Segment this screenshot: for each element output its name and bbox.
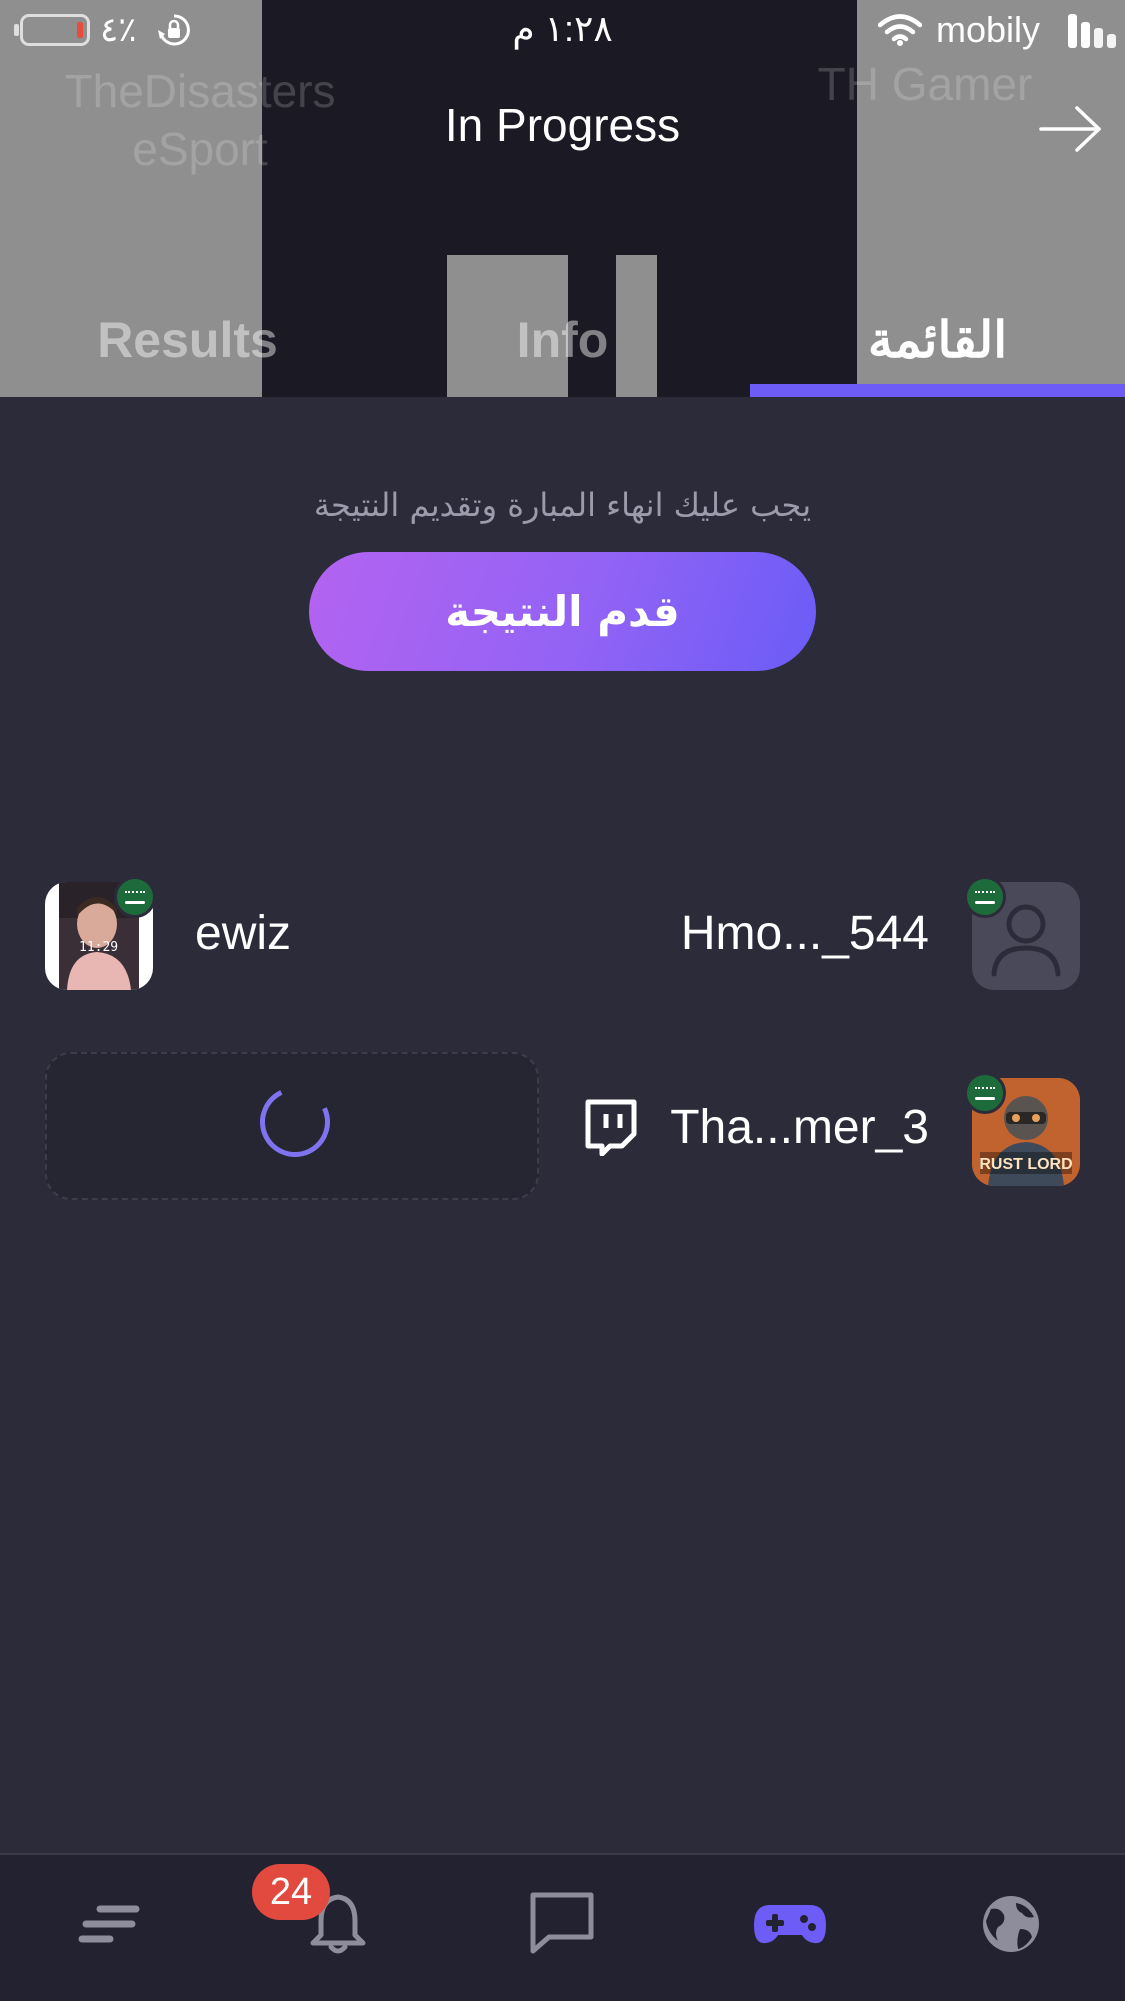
match-header: TheDisasters eSport TH Gamer ٤٪ ١:٢٨ م m… [0, 0, 1125, 397]
arrow-right-icon[interactable] [1039, 104, 1103, 154]
submit-result-button[interactable]: قدم النتيجة [309, 552, 816, 671]
player-name-right[interactable]: Tha...mer_3 [670, 1100, 929, 1155]
player-name-right[interactable]: Hmo..._544 [681, 906, 929, 961]
tab-results[interactable]: Results [0, 300, 375, 380]
saudi-flag-icon [114, 876, 156, 918]
tab-list[interactable]: القائمة [750, 300, 1125, 380]
saudi-flag-icon [964, 876, 1006, 918]
signal-strength-icon [1068, 14, 1118, 48]
match-tabs: Results Info القائمة [0, 300, 1125, 397]
submit-result-notice: يجب عليك انهاء المبارة وتقديم النتيجة [313, 486, 812, 524]
avatar-caption: RUST LORD [979, 1156, 1072, 1173]
saudi-flag-icon [964, 1072, 1006, 1114]
globe-icon[interactable] [976, 1889, 1046, 1959]
gamepad-icon[interactable] [752, 1889, 828, 1959]
chat-icon[interactable] [527, 1889, 597, 1959]
notification-badge: 24 [252, 1864, 330, 1920]
bottom-navigation [0, 1853, 1125, 2001]
twitch-icon[interactable] [582, 1098, 638, 1156]
match-status-title: In Progress [444, 99, 681, 151]
wifi-icon [878, 14, 922, 46]
tab-info[interactable]: Info [375, 300, 750, 380]
status-bar: ٤٪ ١:٢٨ م mobily [0, 0, 1125, 64]
player-name-left[interactable]: ewiz [195, 906, 291, 961]
pending-player-slot [45, 1052, 539, 1200]
menu-icon[interactable] [76, 1889, 146, 1959]
loading-spinner-icon [250, 1077, 340, 1167]
active-tab-indicator [750, 384, 1125, 397]
carrier-name: mobily [936, 9, 1041, 50]
svg-text:11:29: 11:29 [79, 940, 118, 955]
